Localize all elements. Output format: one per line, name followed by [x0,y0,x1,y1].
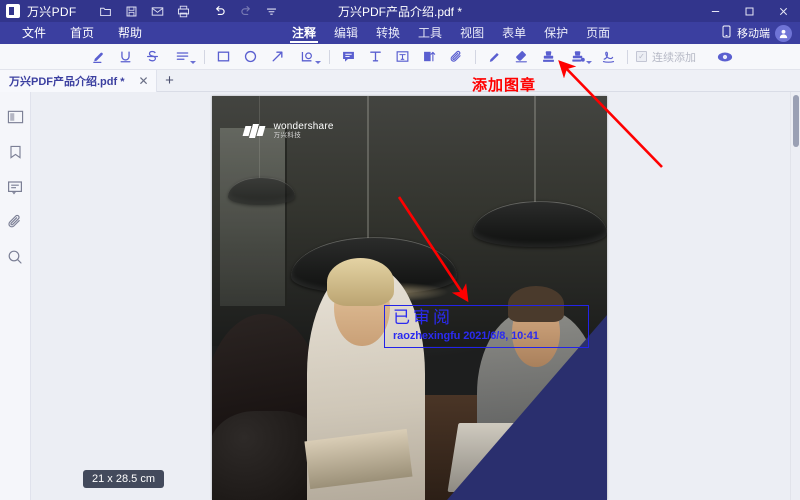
visibility-eye-icon[interactable] [711,45,738,69]
redo-icon[interactable] [233,0,259,22]
highlight-tool[interactable] [85,45,112,69]
mobile-label[interactable]: 移动端 [737,25,770,41]
document-tab-title: 万兴PDF产品介绍.pdf * [9,75,125,88]
arrow-tool[interactable] [264,45,291,69]
application-window: 万兴PDF 万兴PDF产品介绍.pdf * 文件 首页 帮助 注释 编辑 转换 … [0,0,800,500]
text-markup-more-tool[interactable] [166,45,199,69]
close-button[interactable] [766,0,800,22]
menu-right-group: 移动端 [721,22,792,44]
stamp-tool[interactable] [535,45,562,69]
document-tab-bar: 万兴PDF产品介绍.pdf * ✕ + [0,69,800,92]
ribbon-tabs: 注释 编辑 转换 工具 视图 表单 保护 页面 [283,22,619,44]
bookmarks-panel-icon[interactable] [4,141,26,163]
avatar[interactable] [775,24,792,42]
toolbar-separator [627,49,628,64]
photo-window [219,128,288,307]
maximize-button[interactable] [732,0,766,22]
wondershare-mark-icon [242,123,268,138]
save-icon[interactable] [119,0,145,22]
left-sidebar [0,92,31,500]
continuous-add-option[interactable]: ✓ 连续添加 [636,49,696,65]
chevron-down-icon [586,60,592,64]
email-icon[interactable] [145,0,171,22]
signature-tool[interactable] [595,45,622,69]
tab-form[interactable]: 表单 [493,22,535,44]
tab-protect[interactable]: 保护 [535,22,577,44]
page-size-indicator: 21 x 28.5 cm [83,470,164,488]
stamp-text: 已审阅 [393,308,453,327]
thumbnails-panel-icon[interactable] [4,106,26,128]
continuous-add-label: 连续添加 [652,51,696,64]
tab-view[interactable]: 视图 [451,22,493,44]
tab-page[interactable]: 页面 [577,22,619,44]
toolbar-separator [204,49,205,64]
callout-label: 添加图章 [472,77,537,94]
undo-icon[interactable] [207,0,233,22]
open-folder-icon[interactable] [93,0,119,22]
toolbar-separator [329,49,330,64]
text-box-tool[interactable] [362,45,389,69]
tab-convert[interactable]: 转换 [367,22,409,44]
custom-stamp-tool[interactable] [562,45,595,69]
comments-panel-icon[interactable] [4,176,26,198]
window-controls [698,0,800,22]
ellipse-tool[interactable] [237,45,264,69]
title-bar: 万兴PDF 万兴PDF产品介绍.pdf * [0,0,800,22]
menu-item-file[interactable]: 文件 [10,22,58,44]
app-logo-icon [6,4,20,18]
mobile-phone-icon [721,25,732,41]
menu-left-group: 文件 首页 帮助 [0,22,154,44]
attachment-tool[interactable] [443,45,470,69]
stamp-annotation[interactable]: 已审阅 raozhexingfu 2021/6/8, 10:41 [384,305,589,348]
vertical-scrollbar[interactable] [790,92,800,500]
shapes-more-tool[interactable] [291,45,324,69]
menu-item-home[interactable]: 首页 [58,22,106,44]
chevron-down-icon [315,60,321,64]
close-icon[interactable]: ✕ [139,75,149,87]
attachments-panel-icon[interactable] [4,211,26,233]
photo-person-center-hair [326,257,394,307]
sticky-note-tool[interactable] [335,45,362,69]
quick-access-toolbar [93,0,285,22]
strikethrough-tool[interactable] [139,45,166,69]
tab-edit[interactable]: 编辑 [325,22,367,44]
new-tab-button[interactable]: + [157,70,183,92]
brand-subtitle: 万兴科技 [273,131,302,139]
tab-tools[interactable]: 工具 [409,22,451,44]
scrollbar-thumb[interactable] [793,95,799,147]
menu-item-help[interactable]: 帮助 [106,22,154,44]
stamp-signature: raozhexingfu 2021/6/8, 10:41 [393,330,539,342]
continuous-add-checkbox[interactable]: ✓ [636,51,647,62]
document-canvas[interactable]: wondershare 万兴科技 已审阅 raozhexingfu 2021/6… [31,92,800,500]
eraser-tool[interactable] [508,45,535,69]
minimize-button[interactable] [698,0,732,22]
document-tab[interactable]: 万兴PDF产品介绍.pdf * ✕ [0,69,157,92]
print-icon[interactable] [171,0,197,22]
annotation-toolbar: ✓ 连续添加 [0,44,800,70]
wondershare-logo: wondershare 万兴科技 [242,122,334,139]
chevron-down-icon [190,60,196,64]
app-name: 万兴PDF [27,4,77,19]
text-callout-tool[interactable] [416,45,443,69]
tab-annotate[interactable]: 注释 [283,22,325,44]
underline-tool[interactable] [112,45,139,69]
customize-toolbar-icon[interactable] [259,0,285,22]
toolbar-separator [475,49,476,64]
menu-bar: 文件 首页 帮助 注释 编辑 转换 工具 视图 表单 保护 页面 移动端 [0,22,800,44]
search-panel-icon[interactable] [4,246,26,268]
text-field-tool[interactable] [389,45,416,69]
pdf-page[interactable]: wondershare 万兴科技 已审阅 raozhexingfu 2021/6… [212,96,607,500]
rectangle-tool[interactable] [210,45,237,69]
pencil-tool[interactable] [481,45,508,69]
